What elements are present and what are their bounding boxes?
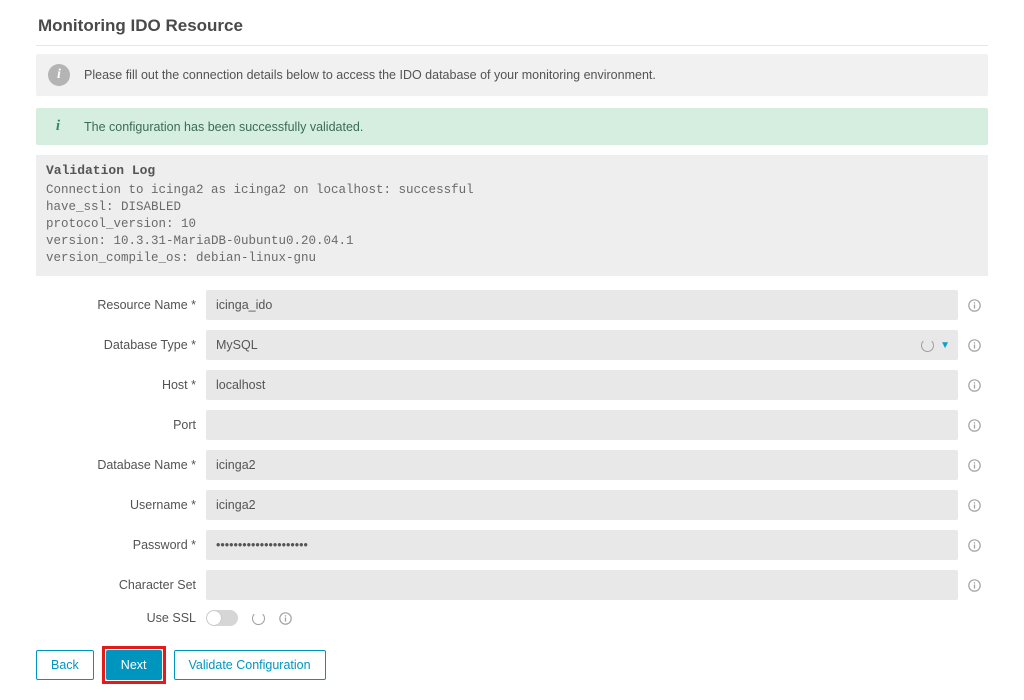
- info-icon[interactable]: [968, 579, 988, 592]
- port-label: Port: [36, 418, 196, 432]
- username-field[interactable]: [206, 490, 958, 520]
- character-set-field[interactable]: [206, 570, 958, 600]
- database-name-input[interactable]: [216, 458, 948, 472]
- spinner-icon: [921, 339, 934, 352]
- database-type-value: MySQL: [216, 338, 258, 352]
- character-set-label: Character Set: [36, 578, 196, 592]
- validation-log: Validation Log Connection to icinga2 as …: [36, 155, 988, 276]
- divider: [36, 45, 988, 46]
- back-button[interactable]: Back: [36, 650, 94, 680]
- info-icon[interactable]: [968, 459, 988, 472]
- success-text: The configuration has been successfully …: [84, 120, 363, 134]
- resource-name-label: Resource Name *: [36, 298, 196, 312]
- notice-banner: i Please fill out the connection details…: [36, 54, 988, 96]
- host-input[interactable]: [216, 378, 948, 392]
- host-field[interactable]: [206, 370, 958, 400]
- highlight-box: Next: [102, 646, 166, 684]
- notice-text: Please fill out the connection details b…: [84, 68, 656, 82]
- database-type-label: Database Type *: [36, 338, 196, 352]
- next-button[interactable]: Next: [106, 650, 162, 680]
- page-title: Monitoring IDO Resource: [36, 16, 988, 39]
- info-icon[interactable]: [968, 499, 988, 512]
- info-icon[interactable]: [968, 379, 988, 392]
- database-name-field[interactable]: [206, 450, 958, 480]
- resource-name-input[interactable]: [216, 298, 948, 312]
- password-field[interactable]: [206, 530, 958, 560]
- username-input[interactable]: [216, 498, 948, 512]
- info-icon[interactable]: [968, 299, 988, 312]
- password-input[interactable]: [216, 538, 948, 552]
- info-icon[interactable]: [968, 539, 988, 552]
- info-icon: i: [50, 118, 66, 135]
- username-label: Username *: [36, 498, 196, 512]
- button-row: Back Next Validate Configuration: [36, 646, 988, 684]
- port-input[interactable]: [216, 418, 948, 432]
- info-icon: i: [48, 64, 70, 86]
- character-set-input[interactable]: [216, 578, 948, 592]
- spinner-icon: [252, 612, 265, 625]
- caret-down-icon: ▼: [940, 340, 950, 351]
- validate-configuration-button[interactable]: Validate Configuration: [174, 650, 326, 680]
- validation-log-title: Validation Log: [46, 163, 978, 178]
- resource-name-field[interactable]: [206, 290, 958, 320]
- password-label: Password *: [36, 538, 196, 552]
- use-ssl-toggle[interactable]: [206, 610, 238, 626]
- database-name-label: Database Name *: [36, 458, 196, 472]
- info-icon[interactable]: [968, 339, 988, 352]
- success-banner: i The configuration has been successfull…: [36, 108, 988, 145]
- validation-log-body: Connection to icinga2 as icinga2 on loca…: [46, 182, 978, 266]
- database-type-field[interactable]: MySQL ▼: [206, 330, 958, 360]
- use-ssl-label: Use SSL: [36, 611, 196, 625]
- host-label: Host *: [36, 378, 196, 392]
- port-field[interactable]: [206, 410, 958, 440]
- info-icon[interactable]: [968, 419, 988, 432]
- form: Resource Name * Database Type * MySQL ▼ …: [36, 290, 988, 626]
- info-icon[interactable]: [279, 612, 292, 625]
